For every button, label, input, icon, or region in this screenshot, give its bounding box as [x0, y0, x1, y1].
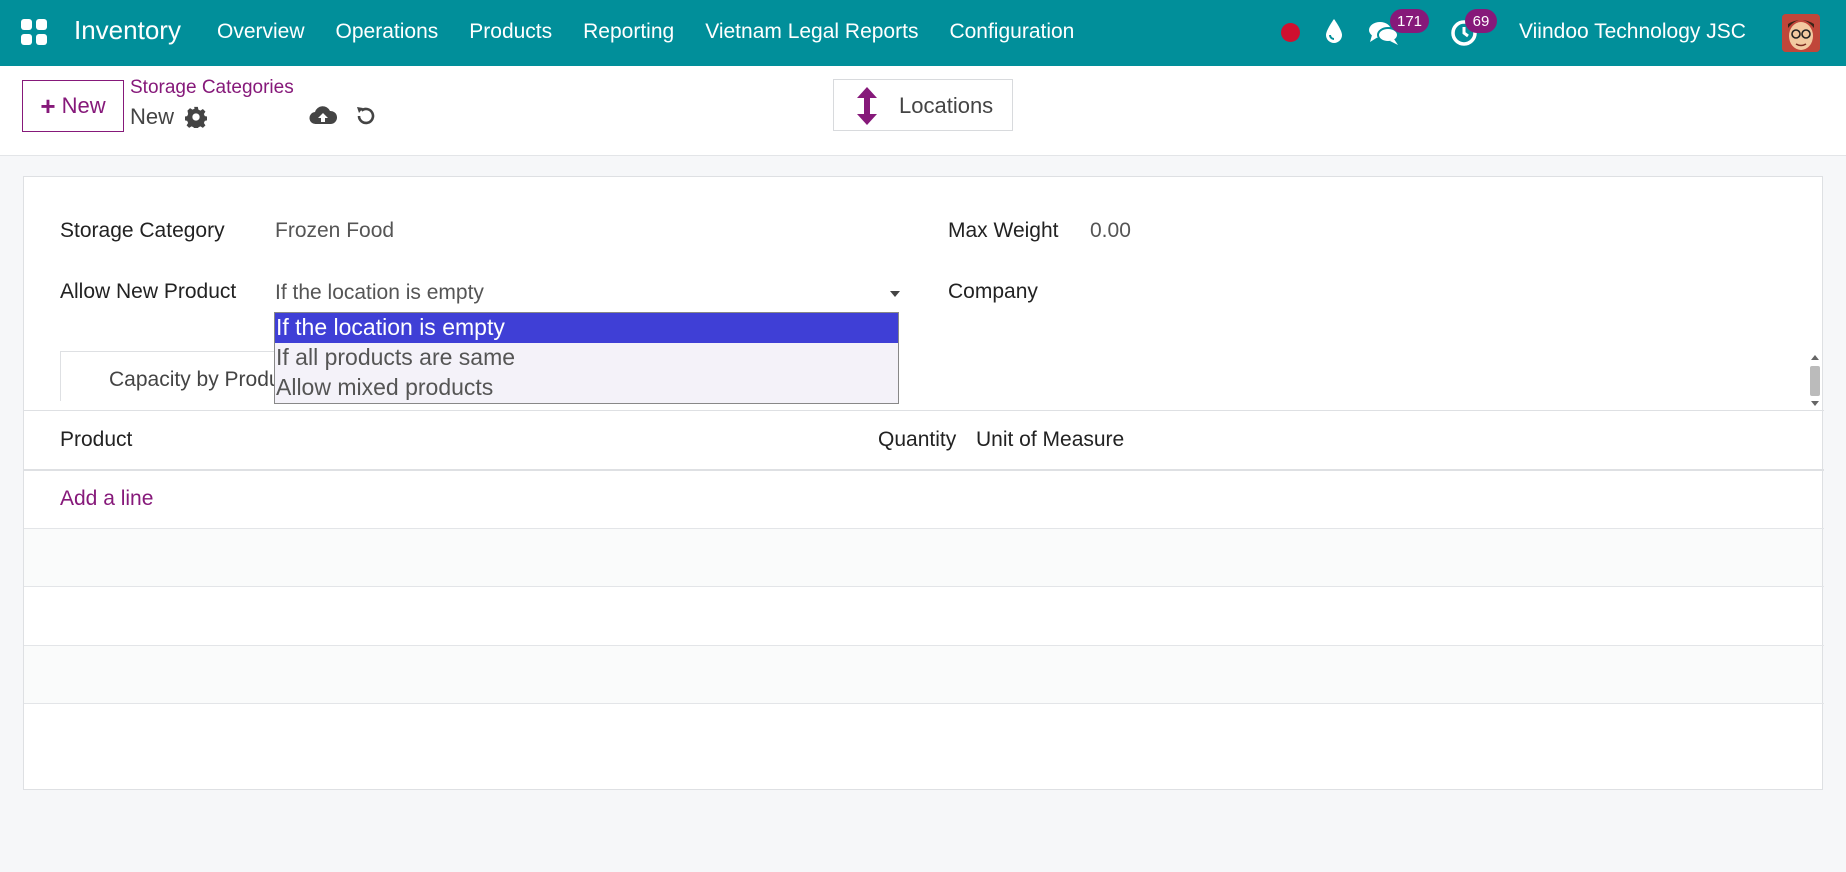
menu-item-vietnam-legal-reports[interactable]: Vietnam Legal Reports: [705, 20, 918, 44]
new-button[interactable]: + New: [22, 80, 124, 132]
locations-smart-button[interactable]: Locations: [833, 79, 1013, 131]
droplet-icon[interactable]: [1324, 18, 1344, 44]
column-header-product[interactable]: Product: [60, 428, 132, 452]
new-button-label: New: [61, 93, 106, 118]
activities-count-badge: 69: [1465, 9, 1497, 33]
locations-label: Locations: [899, 93, 994, 118]
row-divider: [24, 586, 1824, 587]
row-divider: [24, 703, 1824, 704]
allow-new-product-dropdown[interactable]: If the location is empty If all products…: [274, 312, 899, 404]
menu-item-products[interactable]: Products: [469, 20, 552, 44]
company-switcher[interactable]: Viindoo Technology JSC: [1519, 20, 1746, 44]
tab-capacity-by-product-label: Capacity by Product: [109, 368, 297, 391]
add-a-line-link[interactable]: Add a line: [60, 487, 153, 511]
scroll-up-icon[interactable]: [1811, 355, 1819, 360]
messages-count-badge: 171: [1390, 9, 1430, 33]
option-if-location-empty[interactable]: If the location is empty: [275, 313, 898, 343]
table-row: [24, 646, 1822, 703]
menu-item-configuration[interactable]: Configuration: [949, 20, 1074, 44]
chevron-down-icon[interactable]: [890, 291, 900, 297]
option-if-all-products-same[interactable]: If all products are same: [275, 343, 898, 373]
tab-divider: [24, 410, 1824, 411]
menu-item-operations[interactable]: Operations: [336, 20, 439, 44]
scrollbar-thumb[interactable]: [1810, 366, 1820, 396]
allow-new-product-label: Allow New Product: [60, 280, 237, 303]
control-panel: + New Storage Categories New Locations: [0, 66, 1846, 156]
breadcrumb-storage-categories[interactable]: Storage Categories: [130, 77, 294, 99]
table-header-divider: [24, 469, 1824, 471]
max-weight-label: Max Weight: [948, 219, 1059, 242]
main-menu: Overview Operations Products Reporting V…: [217, 20, 1105, 44]
scroll-down-icon[interactable]: [1811, 401, 1819, 406]
storage-category-input[interactable]: Frozen Food: [275, 219, 394, 243]
user-avatar[interactable]: [1782, 14, 1820, 52]
top-navbar: Inventory Overview Operations Products R…: [0, 0, 1846, 66]
menu-item-overview[interactable]: Overview: [217, 20, 305, 44]
app-title[interactable]: Inventory: [74, 15, 181, 46]
column-header-quantity[interactable]: Quantity: [878, 428, 956, 452]
arrows-vertical-icon: [857, 87, 877, 125]
cloud-upload-icon[interactable]: [309, 104, 337, 128]
form-sheet: Storage Category Frozen Food Allow New P…: [23, 176, 1824, 790]
record-name: New: [130, 104, 175, 129]
option-allow-mixed-products[interactable]: Allow mixed products: [275, 373, 898, 403]
max-weight-input[interactable]: 0.00: [1090, 219, 1131, 243]
table-row: [24, 529, 1822, 586]
menu-item-reporting[interactable]: Reporting: [583, 20, 674, 44]
discard-icon[interactable]: [354, 104, 378, 128]
gear-icon[interactable]: [185, 106, 207, 128]
tab-capacity-by-product[interactable]: Capacity by Product: [60, 351, 310, 401]
storage-category-label: Storage Category: [60, 219, 225, 242]
allow-new-product-select[interactable]: If the location is empty: [275, 281, 484, 305]
column-header-unit-of-measure[interactable]: Unit of Measure: [976, 428, 1124, 452]
app-menu-icon[interactable]: [21, 19, 47, 45]
record-dot-icon[interactable]: [1281, 23, 1300, 42]
company-label: Company: [948, 280, 1038, 303]
scrollbar[interactable]: [1809, 355, 1821, 407]
